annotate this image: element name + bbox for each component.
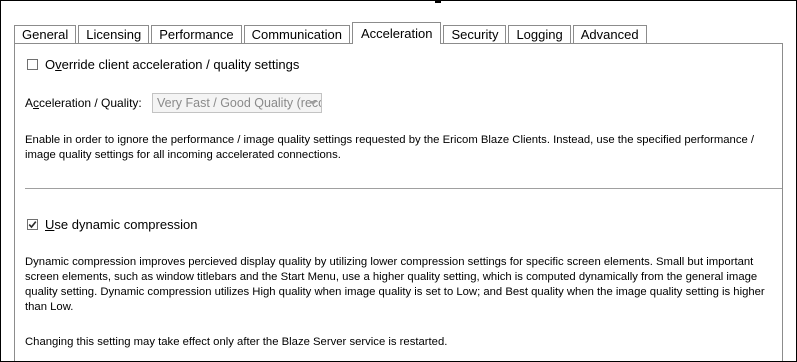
tab-strip: General Licensing Performance Communicat… — [14, 22, 649, 44]
tab-communication[interactable]: Communication — [243, 25, 350, 44]
tab-logging[interactable]: Logging — [508, 25, 571, 44]
dynamic-compression-label[interactable]: Use dynamic compression — [45, 217, 197, 232]
top-edge-mark — [435, 0, 441, 3]
dynamic-compression-checkbox[interactable] — [27, 219, 38, 230]
tab-performance[interactable]: Performance — [151, 25, 242, 44]
tab-general[interactable]: General — [14, 25, 77, 44]
quality-label: Acceleration / Quality: — [25, 96, 142, 110]
restart-note: Changing this setting may take effect on… — [25, 336, 448, 348]
tab-security[interactable]: Security — [443, 25, 507, 44]
section-separator — [25, 188, 782, 189]
tab-acceleration[interactable]: Acceleration — [351, 22, 442, 44]
dropdown-arrow-icon — [309, 101, 317, 105]
quality-dropdown[interactable]: Very Fast / Good Quality (recommended) — [152, 93, 322, 113]
override-checkbox-label[interactable]: Override client acceleration / quality s… — [45, 57, 299, 72]
quality-dropdown-value: Very Fast / Good Quality (recommended) — [157, 96, 321, 110]
checkmark-icon — [28, 221, 37, 229]
override-description: Enable in order to ignore the performanc… — [25, 134, 755, 161]
tab-licensing[interactable]: Licensing — [78, 25, 150, 44]
override-checkbox[interactable] — [27, 59, 38, 70]
dynamic-compression-description: Dynamic compression improves percieved d… — [25, 256, 765, 313]
tab-advanced[interactable]: Advanced — [572, 25, 647, 44]
